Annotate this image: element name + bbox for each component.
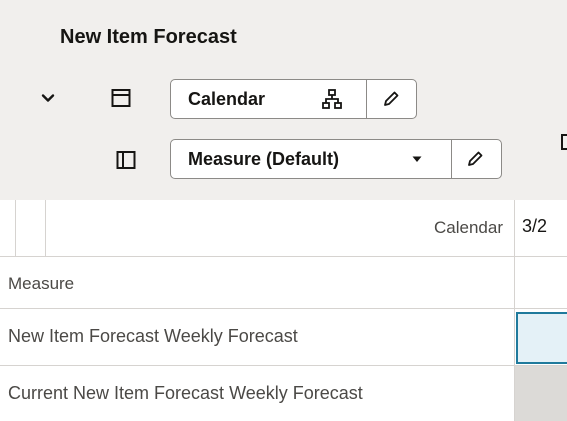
- row-dimension-label: Measure (Default): [188, 148, 340, 169]
- row-dimension-chip[interactable]: Measure (Default): [170, 139, 502, 179]
- grid-line: [0, 308, 567, 309]
- row-layout-icon: [115, 149, 137, 171]
- row-dimension-dropdown[interactable]: [405, 147, 429, 171]
- row-header[interactable]: New Item Forecast Weekly Forecast: [8, 326, 298, 347]
- column-layout-icon: [110, 87, 132, 109]
- column-header-date[interactable]: 3/2: [522, 216, 547, 237]
- data-cell-readonly[interactable]: [515, 366, 567, 421]
- column-dimension-header: Calendar: [434, 218, 503, 237]
- pencil-icon: [468, 151, 483, 166]
- truncated-toolbar-icon: [561, 132, 567, 158]
- data-grid: Calendar 3/2 Measure New Item Forecast W…: [0, 200, 567, 421]
- column-dimension-chip[interactable]: Calendar: [170, 79, 417, 119]
- chip-divider: [366, 80, 367, 118]
- grid-line: [0, 256, 567, 257]
- edit-measure-button[interactable]: [463, 147, 487, 171]
- column-dimension-label: Calendar: [188, 88, 266, 109]
- caret-down-icon: [412, 156, 422, 162]
- chip-divider: [451, 140, 452, 178]
- chevron-down-icon: [41, 94, 55, 102]
- grid-line: [15, 200, 16, 256]
- data-cell-selected[interactable]: [516, 312, 567, 364]
- page-header: New Item Forecast: [0, 0, 567, 69]
- grid-line: [45, 200, 46, 256]
- row-dimension-header: Measure: [8, 274, 75, 293]
- page-title: New Item Forecast: [60, 26, 237, 48]
- row-header[interactable]: Current New Item Forecast Weekly Forecas…: [8, 383, 363, 404]
- hierarchy-icon: [322, 89, 342, 109]
- hierarchy-button[interactable]: [320, 87, 344, 111]
- grid-line: [0, 365, 567, 366]
- edit-calendar-button[interactable]: [379, 87, 403, 111]
- collapse-toggle[interactable]: [36, 86, 60, 110]
- pencil-icon: [384, 91, 399, 106]
